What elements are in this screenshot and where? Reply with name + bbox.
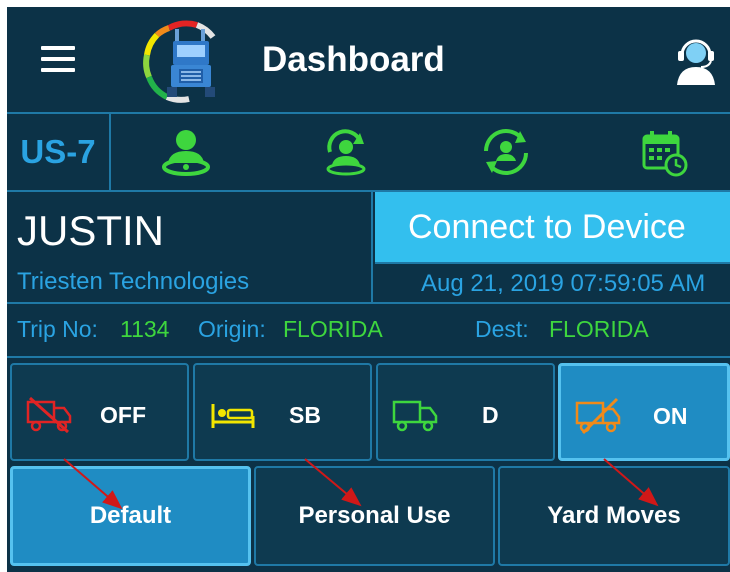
truck-gauge-logo <box>143 20 216 103</box>
page-title: Dashboard <box>262 40 445 79</box>
on-duty-label: ON <box>653 403 688 429</box>
hamburger-menu-icon[interactable] <box>37 42 79 76</box>
co-driver-switch-icon[interactable] <box>480 127 532 177</box>
driving-button[interactable]: D <box>376 363 555 461</box>
default-mode-button[interactable]: Default <box>10 466 251 566</box>
calendar-clock-icon[interactable] <box>638 127 690 177</box>
personal-use-button[interactable]: Personal Use <box>254 466 495 566</box>
off-duty-label: OFF <box>100 402 146 428</box>
connect-to-device-button[interactable]: Connect to Device <box>375 192 730 262</box>
unit-number[interactable]: US-7 <box>7 114 111 190</box>
truck-off-icon <box>26 396 72 434</box>
truck-driving-icon <box>392 400 438 432</box>
driver-icon[interactable] <box>160 127 212 177</box>
origin-label: Origin: <box>198 316 266 342</box>
yard-moves-button[interactable]: Yard Moves <box>498 466 730 566</box>
driving-label: D <box>482 402 499 428</box>
eld-app: Dashboard US-7 JUSTIN Triesten Technolog… <box>7 7 730 572</box>
driver-name: JUSTIN <box>17 207 164 254</box>
truck-on-duty-icon <box>575 397 621 435</box>
current-datetime: Aug 21, 2019 07:59:05 AM <box>375 262 730 302</box>
on-duty-button[interactable]: ON <box>558 363 730 461</box>
dest-value: FLORIDA <box>549 316 649 342</box>
trip-info-bar: Trip No: 1134 Origin: FLORIDA Dest: FLOR… <box>7 302 730 358</box>
dest-label: Dest: <box>475 316 529 342</box>
origin-value: FLORIDA <box>283 316 383 342</box>
trip-no-value: 1134 <box>120 316 170 342</box>
support-agent-icon[interactable] <box>673 35 719 85</box>
company-name: Triesten Technologies <box>17 268 250 295</box>
driver-sync-icon[interactable] <box>320 127 372 177</box>
sleeper-berth-button[interactable]: SB <box>193 363 372 461</box>
trip-no-label: Trip No: <box>17 316 98 342</box>
sleeper-berth-label: SB <box>289 402 321 428</box>
bed-icon <box>211 404 255 428</box>
status-icon-bar: US-7 <box>7 112 730 192</box>
driver-info: JUSTIN Triesten Technologies <box>7 192 373 302</box>
off-duty-button[interactable]: OFF <box>10 363 189 461</box>
app-header: Dashboard <box>7 7 730 112</box>
